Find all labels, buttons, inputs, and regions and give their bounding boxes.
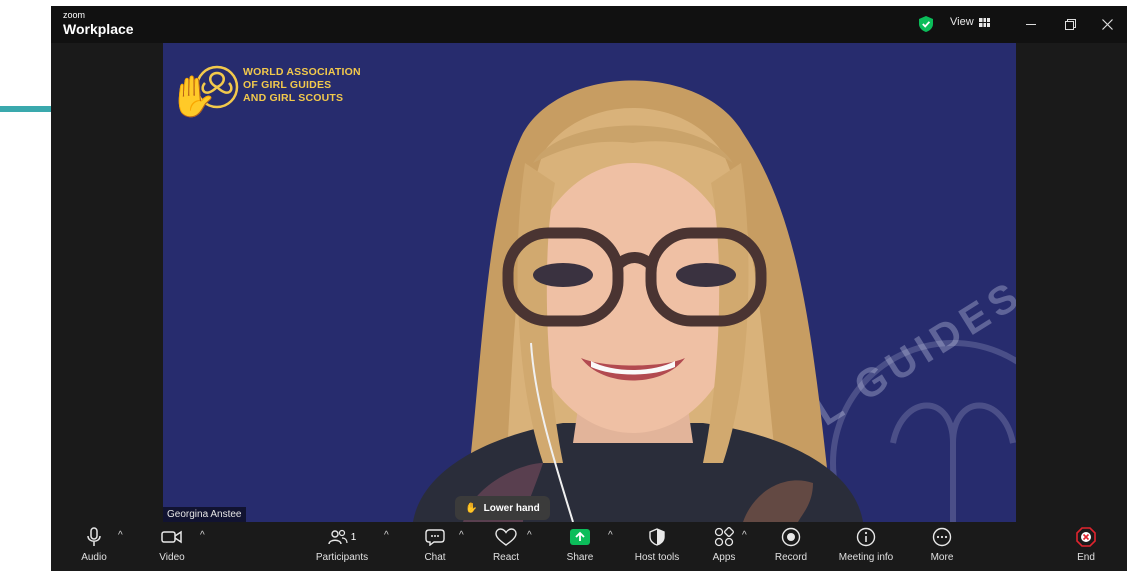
share-button[interactable]: Share — [565, 522, 595, 571]
restore-button[interactable] — [1060, 14, 1080, 34]
audio-button[interactable]: Audio — [79, 522, 109, 571]
title-bar: zoom Workplace View — [51, 6, 1127, 43]
react-button[interactable]: React — [491, 522, 521, 571]
security-shield-icon[interactable] — [919, 16, 933, 32]
apps-label: Apps — [712, 552, 736, 563]
end-call-icon — [1076, 527, 1096, 547]
end-meeting-button[interactable]: End — [1073, 522, 1099, 571]
minimize-button[interactable] — [1021, 14, 1041, 34]
chat-options-caret-icon[interactable]: ^ — [459, 530, 464, 541]
share-screen-icon — [570, 529, 590, 545]
shield-icon — [649, 528, 665, 546]
share-options-caret-icon[interactable]: ^ — [608, 530, 613, 541]
apps-grid-icon — [714, 527, 734, 547]
more-button[interactable]: More — [927, 522, 957, 571]
brand-small: zoom — [63, 10, 86, 20]
brand-name: Workplace — [63, 21, 134, 37]
logo-line-3: AND GIRL SCOUTS — [243, 92, 344, 104]
audio-options-caret-icon[interactable]: ^ — [118, 530, 123, 541]
more-label: More — [930, 552, 954, 563]
close-button[interactable] — [1097, 14, 1117, 34]
participant-video: L GUIDES AN — [413, 80, 1016, 522]
grid-view-icon — [978, 17, 990, 27]
logo-line-2: OF GIRL GUIDES — [243, 79, 332, 91]
more-options-icon — [932, 527, 952, 547]
heart-icon — [495, 528, 517, 546]
meeting-info-label: Meeting info — [838, 552, 894, 563]
wagggs-logo-text: WORLD ASSOCIATION OF GIRL GUIDES AND GIR… — [243, 66, 361, 105]
react-options-caret-icon[interactable]: ^ — [527, 530, 532, 541]
lower-hand-label: Lower hand — [483, 502, 540, 514]
minimize-icon — [1026, 24, 1036, 25]
audio-label: Audio — [81, 552, 107, 563]
participants-icon — [328, 529, 348, 545]
participants-button[interactable]: 1 Participants — [311, 522, 373, 571]
meeting-info-button[interactable]: Meeting info — [833, 522, 899, 571]
participants-label: Participants — [315, 552, 369, 563]
zoom-window: zoom Workplace View L GUIDES WORLD ASSOC… — [51, 6, 1127, 571]
video-label: Video — [159, 552, 185, 563]
chat-button[interactable]: Chat — [421, 522, 449, 571]
apps-options-caret-icon[interactable]: ^ — [742, 530, 747, 541]
meeting-toolbar: Audio ^ Video ^ 1 Participants ^ Chat ^ … — [51, 522, 1127, 571]
view-button[interactable]: View — [950, 16, 990, 28]
video-button[interactable]: Video — [157, 522, 187, 571]
raised-hand-icon: ✋ — [168, 75, 218, 119]
video-camera-icon — [161, 530, 182, 544]
close-icon — [1101, 18, 1113, 30]
record-icon — [781, 527, 801, 547]
lower-hand-button[interactable]: ✋ Lower hand — [455, 496, 550, 520]
hand-icon: ✋ — [465, 502, 478, 514]
share-label: Share — [566, 552, 594, 563]
video-options-caret-icon[interactable]: ^ — [200, 530, 205, 541]
record-label: Record — [774, 552, 808, 563]
chat-bubble-icon — [425, 529, 445, 546]
record-button[interactable]: Record — [773, 522, 809, 571]
logo-line-1: WORLD ASSOCIATION — [243, 66, 361, 78]
host-tools-button[interactable]: Host tools — [629, 522, 685, 571]
participant-count: 1 — [350, 531, 357, 543]
microphone-icon — [87, 527, 101, 546]
info-icon — [856, 527, 876, 547]
react-label: React — [492, 552, 520, 563]
host-tools-label: Host tools — [634, 552, 680, 563]
restore-icon — [1064, 18, 1076, 30]
apps-button[interactable]: Apps — [709, 522, 739, 571]
view-label: View — [950, 16, 974, 28]
participants-options-caret-icon[interactable]: ^ — [384, 530, 389, 541]
video-stage: L GUIDES AN — [163, 43, 1016, 522]
chat-label: Chat — [424, 552, 446, 563]
participant-name-tag: Georgina Anstee — [163, 507, 246, 522]
end-label: End — [1077, 552, 1095, 563]
